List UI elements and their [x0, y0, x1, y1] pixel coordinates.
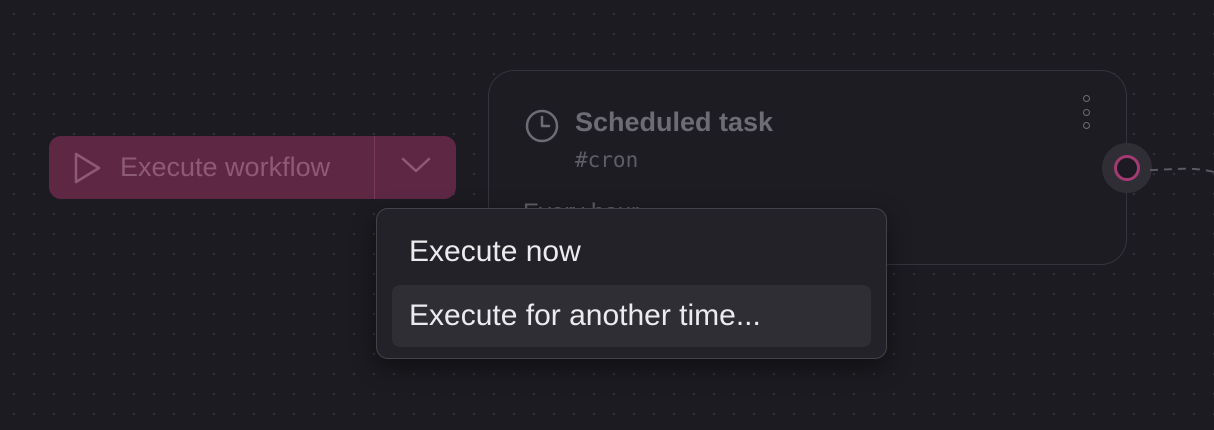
execute-options-menu: Execute now Execute for another time... [376, 208, 887, 359]
execute-workflow-button[interactable]: Execute workflow [49, 136, 374, 199]
output-port[interactable] [1102, 143, 1152, 193]
more-options-icon[interactable] [1079, 95, 1093, 129]
menu-item-execute-now[interactable]: Execute now [392, 221, 871, 283]
clock-icon [524, 108, 560, 144]
port-dot [1114, 155, 1140, 181]
node-tag: #cron [575, 148, 639, 172]
workflow-canvas[interactable]: Execute workflow Scheduled task #cron Ev… [0, 0, 1214, 430]
chevron-down-icon [401, 156, 431, 179]
execute-workflow-label: Execute workflow [120, 152, 331, 182]
connection-edge [1150, 167, 1214, 173]
execute-workflow-split-button: Execute workflow [49, 136, 456, 199]
menu-item-execute-for-another-time[interactable]: Execute for another time... [392, 285, 871, 347]
execute-options-toggle[interactable] [375, 136, 456, 199]
play-icon [71, 151, 103, 185]
node-title: Scheduled task [575, 107, 774, 137]
